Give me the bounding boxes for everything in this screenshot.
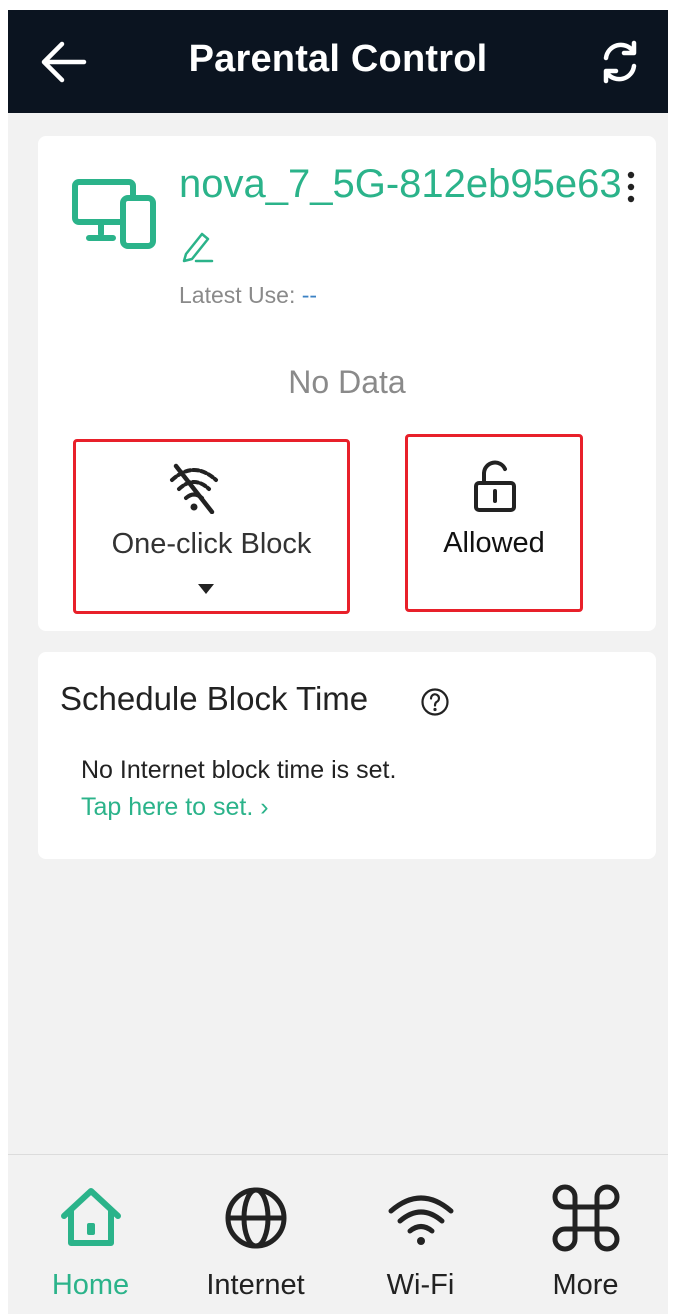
unlock-icon <box>474 460 516 512</box>
allowed-label: Allowed <box>443 527 545 559</box>
tab-internet-label: Internet <box>206 1269 305 1301</box>
top-bar: Parental Control <box>8 10 668 113</box>
wifi-off-icon <box>170 463 218 514</box>
tab-home[interactable]: Home <box>8 1155 173 1314</box>
more-apps-icon <box>552 1184 619 1252</box>
devices-icon <box>72 179 156 249</box>
refresh-icon[interactable] <box>596 38 644 86</box>
page-title: Parental Control <box>188 38 488 80</box>
schedule-card: Schedule Block Time No Internet block ti… <box>38 652 656 859</box>
tab-wifi-label: Wi-Fi <box>386 1269 455 1301</box>
no-data-text: No Data <box>288 364 406 400</box>
tab-home-label: Home <box>51 1269 130 1301</box>
schedule-message: No Internet block time is set. <box>81 756 397 784</box>
device-card: nova_7_5G-812eb95e63 Latest Use: -- No D… <box>38 136 656 631</box>
bottom-tab-bar: Home Internet Wi-Fi More <box>8 1154 668 1314</box>
device-name: nova_7_5G-812eb95e63 <box>179 162 622 206</box>
more-options-icon[interactable] <box>626 170 636 204</box>
help-icon[interactable] <box>420 687 450 717</box>
tab-internet[interactable]: Internet <box>173 1155 338 1314</box>
one-click-block-label: One-click Block <box>111 528 312 560</box>
edit-pencil-icon[interactable] <box>180 228 216 264</box>
home-icon <box>60 1188 121 1246</box>
globe-icon <box>225 1187 286 1249</box>
tab-more-label: More <box>552 1269 619 1301</box>
chevron-down-icon <box>198 584 214 594</box>
one-click-block-button[interactable]: One-click Block <box>73 439 350 614</box>
latest-use-value: -- <box>301 282 318 308</box>
tab-more[interactable]: More <box>503 1155 668 1314</box>
wifi-icon <box>388 1195 453 1245</box>
tab-wifi[interactable]: Wi-Fi <box>338 1155 503 1314</box>
latest-use-label: Latest Use: <box>179 282 296 308</box>
latest-use: Latest Use: -- <box>179 282 317 309</box>
app-screen: Parental Control nova_7_5G-812eb95e63 La… <box>8 10 668 1314</box>
allowed-button[interactable]: Allowed <box>405 434 583 612</box>
set-schedule-link[interactable]: Tap here to set. › <box>81 793 269 822</box>
schedule-title: Schedule Block Time <box>60 680 369 717</box>
